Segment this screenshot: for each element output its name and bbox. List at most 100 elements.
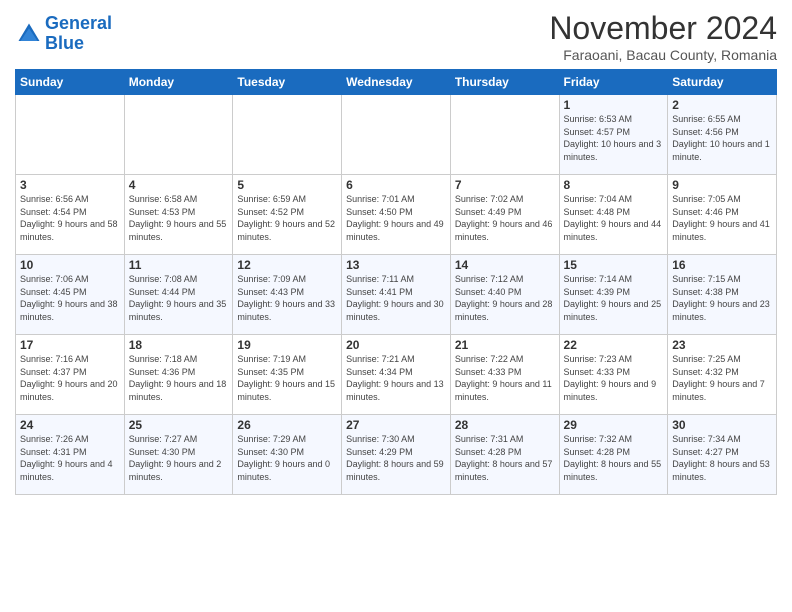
day-info: Sunrise: 7:29 AM Sunset: 4:30 PM Dayligh… [237,433,337,483]
day-number: 13 [346,258,446,272]
col-monday: Monday [124,70,233,95]
table-row: 2Sunrise: 6:55 AM Sunset: 4:56 PM Daylig… [668,95,777,175]
day-number: 2 [672,98,772,112]
table-row: 3Sunrise: 6:56 AM Sunset: 4:54 PM Daylig… [16,175,125,255]
logo-icon [15,20,43,48]
day-number: 18 [129,338,229,352]
day-number: 5 [237,178,337,192]
table-row: 20Sunrise: 7:21 AM Sunset: 4:34 PM Dayli… [342,335,451,415]
day-number: 20 [346,338,446,352]
table-row [342,95,451,175]
table-row [124,95,233,175]
table-row: 1Sunrise: 6:53 AM Sunset: 4:57 PM Daylig… [559,95,668,175]
day-info: Sunrise: 7:05 AM Sunset: 4:46 PM Dayligh… [672,193,772,243]
table-row: 22Sunrise: 7:23 AM Sunset: 4:33 PM Dayli… [559,335,668,415]
table-row: 16Sunrise: 7:15 AM Sunset: 4:38 PM Dayli… [668,255,777,335]
table-row: 12Sunrise: 7:09 AM Sunset: 4:43 PM Dayli… [233,255,342,335]
day-info: Sunrise: 6:59 AM Sunset: 4:52 PM Dayligh… [237,193,337,243]
day-number: 12 [237,258,337,272]
table-row: 14Sunrise: 7:12 AM Sunset: 4:40 PM Dayli… [450,255,559,335]
day-info: Sunrise: 7:22 AM Sunset: 4:33 PM Dayligh… [455,353,555,403]
logo-line2: Blue [45,33,84,53]
day-number: 4 [129,178,229,192]
day-number: 6 [346,178,446,192]
day-number: 29 [564,418,664,432]
day-info: Sunrise: 7:08 AM Sunset: 4:44 PM Dayligh… [129,273,229,323]
day-number: 16 [672,258,772,272]
day-info: Sunrise: 7:12 AM Sunset: 4:40 PM Dayligh… [455,273,555,323]
table-row: 25Sunrise: 7:27 AM Sunset: 4:30 PM Dayli… [124,415,233,495]
day-info: Sunrise: 7:01 AM Sunset: 4:50 PM Dayligh… [346,193,446,243]
day-number: 21 [455,338,555,352]
day-info: Sunrise: 7:14 AM Sunset: 4:39 PM Dayligh… [564,273,664,323]
day-number: 25 [129,418,229,432]
title-block: November 2024 Faraoani, Bacau County, Ro… [549,10,777,63]
day-number: 11 [129,258,229,272]
day-info: Sunrise: 7:27 AM Sunset: 4:30 PM Dayligh… [129,433,229,483]
day-info: Sunrise: 7:21 AM Sunset: 4:34 PM Dayligh… [346,353,446,403]
day-info: Sunrise: 7:18 AM Sunset: 4:36 PM Dayligh… [129,353,229,403]
day-number: 1 [564,98,664,112]
day-number: 30 [672,418,772,432]
col-thursday: Thursday [450,70,559,95]
table-row: 11Sunrise: 7:08 AM Sunset: 4:44 PM Dayli… [124,255,233,335]
day-info: Sunrise: 6:53 AM Sunset: 4:57 PM Dayligh… [564,113,664,163]
col-saturday: Saturday [668,70,777,95]
calendar-week-row: 24Sunrise: 7:26 AM Sunset: 4:31 PM Dayli… [16,415,777,495]
logo: General Blue [15,14,112,54]
calendar-week-row: 1Sunrise: 6:53 AM Sunset: 4:57 PM Daylig… [16,95,777,175]
day-number: 26 [237,418,337,432]
day-info: Sunrise: 7:16 AM Sunset: 4:37 PM Dayligh… [20,353,120,403]
table-row: 18Sunrise: 7:18 AM Sunset: 4:36 PM Dayli… [124,335,233,415]
table-row: 21Sunrise: 7:22 AM Sunset: 4:33 PM Dayli… [450,335,559,415]
table-row: 23Sunrise: 7:25 AM Sunset: 4:32 PM Dayli… [668,335,777,415]
table-row: 24Sunrise: 7:26 AM Sunset: 4:31 PM Dayli… [16,415,125,495]
day-info: Sunrise: 7:30 AM Sunset: 4:29 PM Dayligh… [346,433,446,483]
col-tuesday: Tuesday [233,70,342,95]
col-wednesday: Wednesday [342,70,451,95]
day-info: Sunrise: 7:15 AM Sunset: 4:38 PM Dayligh… [672,273,772,323]
day-number: 17 [20,338,120,352]
table-row: 9Sunrise: 7:05 AM Sunset: 4:46 PM Daylig… [668,175,777,255]
header: General Blue November 2024 Faraoani, Bac… [15,10,777,63]
day-info: Sunrise: 7:23 AM Sunset: 4:33 PM Dayligh… [564,353,664,403]
calendar-table: Sunday Monday Tuesday Wednesday Thursday… [15,69,777,495]
day-info: Sunrise: 7:32 AM Sunset: 4:28 PM Dayligh… [564,433,664,483]
day-number: 28 [455,418,555,432]
table-row [16,95,125,175]
logo-text: General Blue [45,14,112,54]
table-row: 13Sunrise: 7:11 AM Sunset: 4:41 PM Dayli… [342,255,451,335]
table-row: 27Sunrise: 7:30 AM Sunset: 4:29 PM Dayli… [342,415,451,495]
table-row: 28Sunrise: 7:31 AM Sunset: 4:28 PM Dayli… [450,415,559,495]
day-number: 7 [455,178,555,192]
day-info: Sunrise: 7:25 AM Sunset: 4:32 PM Dayligh… [672,353,772,403]
day-info: Sunrise: 6:56 AM Sunset: 4:54 PM Dayligh… [20,193,120,243]
calendar-week-row: 3Sunrise: 6:56 AM Sunset: 4:54 PM Daylig… [16,175,777,255]
table-row: 8Sunrise: 7:04 AM Sunset: 4:48 PM Daylig… [559,175,668,255]
table-row: 5Sunrise: 6:59 AM Sunset: 4:52 PM Daylig… [233,175,342,255]
table-row: 17Sunrise: 7:16 AM Sunset: 4:37 PM Dayli… [16,335,125,415]
day-info: Sunrise: 6:58 AM Sunset: 4:53 PM Dayligh… [129,193,229,243]
day-number: 23 [672,338,772,352]
calendar-header-row: Sunday Monday Tuesday Wednesday Thursday… [16,70,777,95]
day-info: Sunrise: 7:26 AM Sunset: 4:31 PM Dayligh… [20,433,120,483]
day-number: 14 [455,258,555,272]
day-number: 8 [564,178,664,192]
day-info: Sunrise: 6:55 AM Sunset: 4:56 PM Dayligh… [672,113,772,163]
table-row: 29Sunrise: 7:32 AM Sunset: 4:28 PM Dayli… [559,415,668,495]
month-title: November 2024 [549,10,777,47]
day-info: Sunrise: 7:34 AM Sunset: 4:27 PM Dayligh… [672,433,772,483]
table-row: 7Sunrise: 7:02 AM Sunset: 4:49 PM Daylig… [450,175,559,255]
day-info: Sunrise: 7:11 AM Sunset: 4:41 PM Dayligh… [346,273,446,323]
calendar-week-row: 17Sunrise: 7:16 AM Sunset: 4:37 PM Dayli… [16,335,777,415]
day-number: 3 [20,178,120,192]
day-number: 22 [564,338,664,352]
day-info: Sunrise: 7:04 AM Sunset: 4:48 PM Dayligh… [564,193,664,243]
day-number: 19 [237,338,337,352]
table-row: 19Sunrise: 7:19 AM Sunset: 4:35 PM Dayli… [233,335,342,415]
table-row: 4Sunrise: 6:58 AM Sunset: 4:53 PM Daylig… [124,175,233,255]
day-info: Sunrise: 7:06 AM Sunset: 4:45 PM Dayligh… [20,273,120,323]
day-number: 10 [20,258,120,272]
table-row: 6Sunrise: 7:01 AM Sunset: 4:50 PM Daylig… [342,175,451,255]
table-row [233,95,342,175]
